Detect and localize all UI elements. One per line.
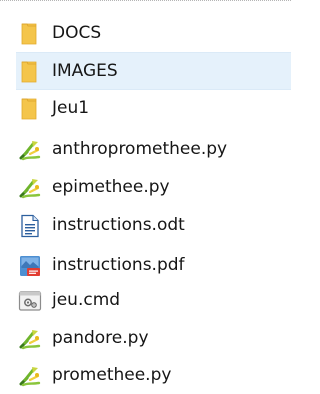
file-row-instructions-pdf[interactable]: instructions.pdf: [16, 246, 291, 284]
file-row-jeu-cmd[interactable]: jeu.cmd: [16, 281, 291, 319]
file-name: anthropromethee.py: [52, 139, 228, 159]
file-row-anthropromethee[interactable]: anthropromethee.py: [16, 130, 291, 168]
folder-icon: [18, 22, 42, 46]
file-row-epimethee[interactable]: epimethee.py: [16, 168, 291, 206]
file-row-images[interactable]: IMAGES: [16, 52, 291, 90]
file-row-docs[interactable]: DOCS: [16, 14, 291, 52]
python-file-icon: [18, 176, 42, 200]
file-row-promethee[interactable]: promethee.py: [16, 356, 291, 394]
file-name: IMAGES: [52, 61, 118, 81]
file-list: DOCS IMAGES Jeu1 anthropromethee.py epim…: [0, 0, 291, 388]
file-name: instructions.odt: [52, 215, 185, 235]
folder-icon: [18, 60, 42, 84]
python-file-icon: [18, 327, 42, 351]
file-name: epimethee.py: [52, 177, 170, 197]
pdf-file-icon: [18, 254, 42, 278]
file-row-jeu1[interactable]: Jeu1: [16, 89, 291, 127]
command-file-icon: [18, 289, 42, 313]
file-name: instructions.pdf: [52, 255, 185, 275]
file-name: Jeu1: [52, 98, 90, 118]
python-file-icon: [18, 364, 42, 388]
file-row-pandore[interactable]: pandore.py: [16, 319, 291, 357]
file-name: pandore.py: [52, 328, 149, 348]
file-row-instructions-odt[interactable]: instructions.odt: [16, 206, 291, 244]
python-file-icon: [18, 138, 42, 162]
file-name: DOCS: [52, 23, 102, 43]
text-document-icon: [18, 214, 42, 238]
file-name: jeu.cmd: [52, 290, 121, 310]
folder-icon: [18, 97, 42, 121]
